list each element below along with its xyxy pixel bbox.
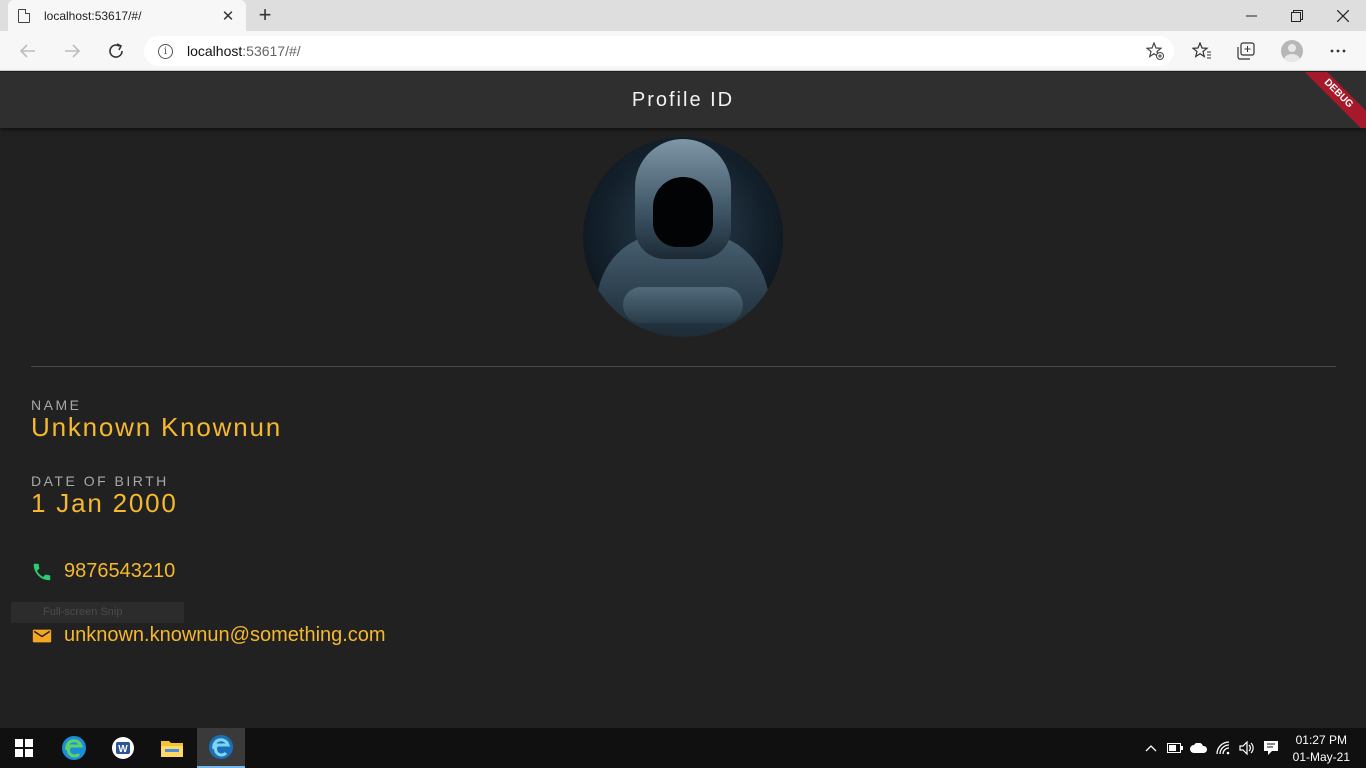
profile-picture: [583, 137, 783, 337]
onedrive-tray[interactable]: [1189, 728, 1209, 768]
arrow-right-icon: [65, 44, 80, 58]
browser-toolbar: i localhost:53617/#/: [0, 31, 1366, 71]
dob-value: 1 Jan 2000: [31, 488, 178, 518]
taskbar: W 01:27 PM 01-May-21: [0, 728, 1366, 768]
phone-icon: [31, 561, 53, 583]
notification-icon: [1264, 741, 1278, 755]
edge-icon: [62, 736, 86, 760]
more-icon: [1330, 49, 1346, 53]
action-center[interactable]: [1261, 728, 1281, 768]
close-icon: [1337, 9, 1349, 22]
restore-button[interactable]: [1274, 0, 1320, 31]
taskbar-edge-dev[interactable]: [197, 728, 245, 768]
word-icon: W: [112, 737, 134, 759]
arrow-left-icon: [20, 44, 35, 58]
windows-icon: [15, 739, 33, 757]
clock-time: 01:27 PM: [1295, 733, 1347, 747]
refresh-icon: [109, 43, 123, 58]
page-icon: [18, 8, 30, 23]
profile-avatar-button[interactable]: [1281, 40, 1303, 62]
taskbar-file-explorer[interactable]: [148, 728, 196, 768]
divider: [31, 366, 1336, 367]
volume-tray[interactable]: [1237, 728, 1257, 768]
favorites-button[interactable]: [1191, 40, 1213, 62]
system-clock[interactable]: 01:27 PM 01-May-21: [1293, 732, 1350, 766]
wifi-icon: [1216, 741, 1230, 755]
debug-banner-wrap: DEBUG: [1296, 72, 1366, 128]
minimize-button[interactable]: [1228, 0, 1274, 31]
hidden-face-shape: [653, 177, 713, 247]
add-favorite-icon[interactable]: [1145, 41, 1164, 65]
page-title: Profile ID: [631, 88, 735, 111]
close-tab-icon[interactable]: ✕: [220, 7, 236, 25]
show-hidden-icons[interactable]: [1142, 728, 1160, 768]
settings-more-button[interactable]: [1327, 40, 1349, 62]
minimize-icon: [1245, 15, 1257, 17]
clock-date: 01-May-21: [1292, 750, 1350, 764]
phone-number: 9876543210: [64, 560, 176, 582]
taskbar-word[interactable]: W: [99, 728, 147, 768]
email-address: unknown.knownun@something.com: [64, 624, 386, 646]
speaker-icon: [1239, 741, 1254, 755]
snip-tooltip: Full-screen Snip: [11, 602, 184, 623]
crossed-arms-shape: [623, 287, 743, 323]
debug-banner: DEBUG: [1296, 72, 1366, 128]
url-path: :53617/#/: [242, 43, 301, 59]
forward-button[interactable]: [60, 39, 84, 63]
url-host: localhost: [187, 43, 243, 59]
start-button[interactable]: [0, 728, 48, 768]
collections-icon: [1237, 42, 1255, 60]
wifi-tray[interactable]: [1214, 728, 1234, 768]
site-info-icon[interactable]: i: [158, 43, 173, 59]
battery-tray[interactable]: [1166, 728, 1184, 768]
chevron-up-icon: [1145, 745, 1157, 752]
refresh-button[interactable]: [104, 39, 128, 63]
tab-strip: localhost:53617/#/ ✕ +: [0, 0, 1366, 31]
close-window-button[interactable]: [1320, 0, 1366, 31]
phone-row[interactable]: 9876543210: [31, 560, 175, 583]
svg-text:W: W: [118, 744, 128, 755]
collections-button[interactable]: [1235, 40, 1257, 62]
favorites-icon: [1192, 42, 1211, 59]
battery-icon: [1167, 743, 1183, 753]
name-value: Unknown Knownun: [31, 412, 283, 442]
edge-dev-icon: [209, 735, 233, 759]
tab-title: localhost:53617/#/: [44, 8, 142, 23]
star-plus-icon: [1145, 41, 1164, 60]
name-label: NAME: [31, 397, 82, 413]
address-bar[interactable]: i localhost:53617/#/: [144, 36, 1174, 66]
back-button[interactable]: [16, 39, 40, 63]
email-row[interactable]: unknown.knownun@something.com: [31, 624, 386, 647]
email-icon: [31, 625, 53, 647]
app-bar: Profile ID: [0, 72, 1366, 128]
restore-icon: [1291, 9, 1303, 22]
file-explorer-icon: [161, 741, 183, 757]
dob-label: DATE OF BIRTH: [31, 473, 169, 489]
cloud-icon: [1190, 743, 1207, 753]
new-tab-button[interactable]: +: [255, 4, 275, 26]
taskbar-edge[interactable]: [50, 728, 98, 768]
browser-tab[interactable]: localhost:53617/#/ ✕: [8, 0, 246, 31]
